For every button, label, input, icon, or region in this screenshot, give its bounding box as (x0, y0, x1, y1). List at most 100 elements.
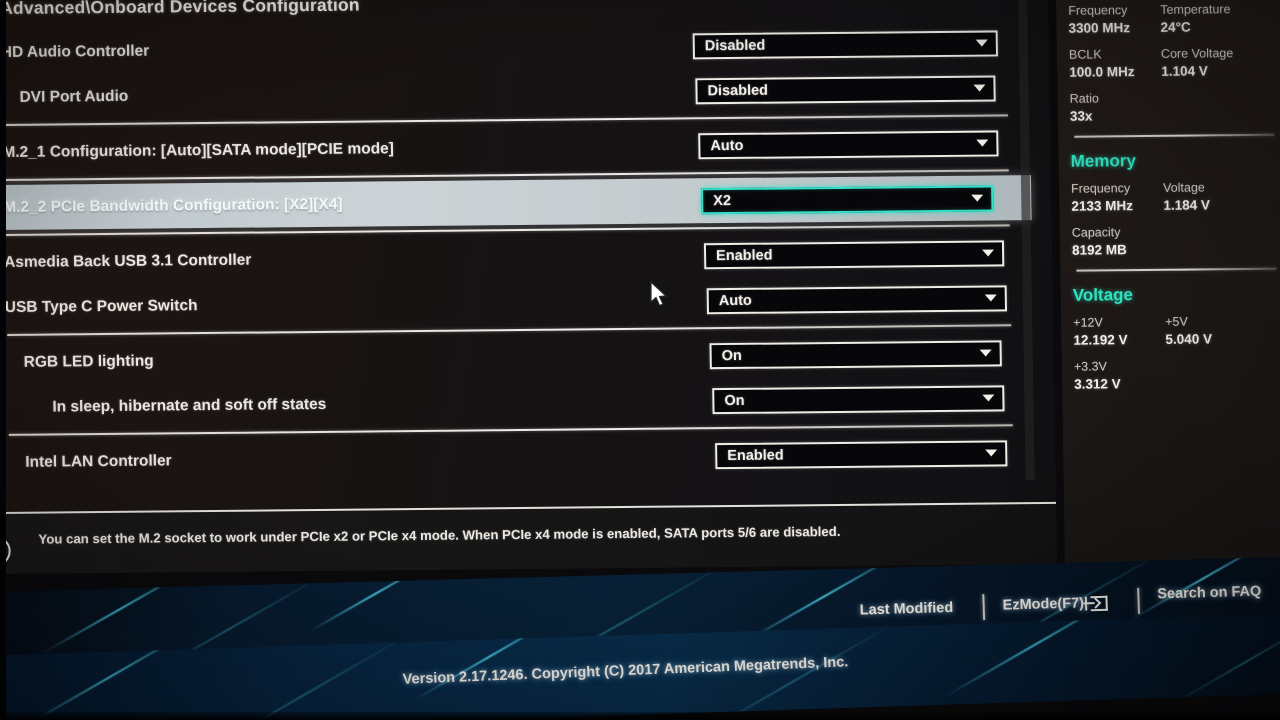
setting-dropdown[interactable]: On (709, 339, 1002, 369)
chevron-down-icon[interactable] (985, 449, 998, 457)
sidebar-stat: +12V 12.192 V (1073, 315, 1166, 348)
ez-mode-button[interactable]: EzMode(F7)| (1002, 595, 1109, 614)
sidebar-stat-key: Ratio (1069, 91, 1099, 106)
sidebar-stat-value: 1.184 V (1163, 197, 1211, 213)
sidebar-stat-value: 2133 MHz (1071, 198, 1134, 214)
sidebar-section-title: Memory (1070, 151, 1136, 171)
sidebar-row: Capacity 8192 MB (1060, 224, 1280, 258)
setting-label: HD Audio Controller (0, 42, 150, 61)
sidebar-stat-key: +5V (1165, 314, 1188, 329)
sidebar-stat-value: 12.192 V (1073, 332, 1128, 348)
dropdown-value: Enabled (727, 446, 784, 464)
settings-list: HD Audio Controller Disabled DVI Port Audi… (0, 20, 1036, 485)
bezel-edge (0, 0, 6, 720)
setting-dropdown[interactable]: X2 (701, 184, 994, 214)
help-text: You can set the M.2 socket to work under… (38, 523, 841, 547)
sidebar-stat-value: 24°C (1160, 19, 1191, 35)
sidebar-stat-value: 1.104 V (1161, 63, 1208, 79)
sidebar-stat: BCLK 100.0 MHz (1068, 47, 1162, 80)
page-title: Advanced\Onboard Devices Configuration (0, 0, 360, 18)
sidebar-section-voltage: Voltage +12V 12.192 V +5V 5.040 V +3.3V 3.312 … (1061, 284, 1280, 392)
setting-label: M.2_1 Configuration: [Auto][SATA mode][P… (2, 139, 395, 161)
sidebar-stat: Ratio 33x (1069, 91, 1163, 123)
sidebar-stat: Temperature 24°C (1160, 2, 1253, 35)
sidebar-stat-key: BCLK (1068, 47, 1102, 62)
sidebar-section-title: Voltage (1072, 285, 1134, 305)
version-copyright-text: Version 2.17.1246. Copyright (C) 2017 Am… (402, 654, 849, 688)
sidebar-stat: Core Voltage 1.104 V (1161, 46, 1254, 79)
sidebar-stat: Frequency 3300 MHz (1068, 3, 1161, 36)
sidebar-stat-value: 100.0 MHz (1069, 64, 1135, 80)
divider (982, 594, 986, 621)
sidebar-stat-key: Voltage (1162, 180, 1205, 195)
dropdown-value: On (724, 392, 745, 409)
dropdown-value: Auto (710, 137, 744, 154)
sidebar-stat: +5V 5.040 V (1165, 314, 1258, 347)
sidebar-stat-value: 8192 MB (1071, 242, 1127, 258)
sidebar-stat-key: Frequency (1070, 181, 1131, 196)
bios-screen: Advanced\Onboard Devices Configuration H… (0, 0, 1280, 720)
setting-row[interactable]: Intel LAN Controller Enabled (0, 430, 1036, 485)
sidebar-section-cpu: CPUFrequency3300 MHzTemperature24°CBCLK1… (1056, 0, 1280, 124)
sidebar-stat-key: Frequency (1068, 3, 1128, 18)
help-bar: You can set the M.2 socket to work under… (0, 501, 1057, 575)
search-on-faq-button[interactable]: Search on FAQ (1157, 584, 1261, 603)
setting-label: DVI Port Audio (19, 87, 129, 106)
sidebar-section-memory: Memory Frequency 2133 MHz Voltage 1.184 V Cap… (1059, 150, 1280, 258)
setting-label: In sleep, hibernate and soft off states (52, 395, 327, 416)
setting-label: M.2_2 PCIe Bandwidth Configuration: [X2]… (3, 195, 343, 216)
sidebar-stat-value: 5.040 V (1165, 331, 1213, 347)
sidebar-stat: +3.3V 3.312 V (1073, 359, 1167, 392)
dropdown-value: Auto (718, 292, 752, 309)
sidebar-stat: Voltage 1.184 V (1162, 180, 1256, 213)
sidebar-stat: Capacity 8192 MB (1071, 225, 1165, 258)
setting-label: Asmedia Back USB 3.1 Controller (3, 251, 252, 271)
sidebar-stat-key: +3.3V (1073, 359, 1108, 374)
ez-mode-label: EzMode(F7)| (1002, 595, 1089, 614)
setting-dropdown[interactable]: On (712, 384, 1005, 414)
sidebar-stat-key: Core Voltage (1160, 46, 1234, 61)
chevron-down-icon[interactable] (971, 194, 984, 202)
circuit-line (1162, 613, 1280, 711)
chevron-down-icon[interactable] (984, 294, 997, 302)
sidebar-stat-key: Capacity (1071, 225, 1121, 240)
chevron-down-icon[interactable] (982, 249, 995, 257)
divider (1137, 587, 1141, 614)
mouse-cursor (650, 280, 670, 309)
dropdown-value: X2 (713, 192, 732, 209)
setting-dropdown[interactable]: Disabled (692, 29, 999, 59)
setting-label: RGB LED lighting (23, 352, 154, 371)
circuit-line (943, 611, 1127, 698)
sidebar-divider (1076, 267, 1277, 272)
dropdown-value: Enabled (715, 247, 773, 264)
chevron-down-icon[interactable] (973, 84, 986, 92)
sidebar-row: Frequency 2133 MHz Voltage 1.184 V (1059, 180, 1280, 214)
sidebar-stat-value: 3.312 V (1074, 376, 1121, 392)
hardware-monitor-sidebar: CPUFrequency3300 MHzTemperature24°CBCLK1… (1055, 0, 1280, 568)
setting-dropdown[interactable]: Auto (698, 129, 999, 159)
sidebar-stat-key: Temperature (1160, 2, 1231, 17)
sidebar-stat-key: +12V (1073, 315, 1103, 330)
sidebar-row: BCLK 100.0 MHz Core Voltage 1.104 V (1057, 46, 1280, 80)
chevron-down-icon[interactable] (975, 39, 988, 47)
setting-dropdown[interactable]: Enabled (703, 239, 1005, 269)
setting-dropdown[interactable]: Enabled (715, 439, 1008, 469)
setting-dropdown[interactable]: Auto (706, 284, 1008, 314)
last-modified-label: Last Modified (859, 599, 954, 619)
chevron-down-icon[interactable] (982, 394, 995, 402)
sidebar-divider (1074, 133, 1275, 138)
bezel-edge (0, 712, 1280, 720)
last-modified-button[interactable]: Last Modified (860, 600, 954, 619)
sidebar-row: Ratio 33x (1058, 90, 1280, 124)
sidebar-stat-value: 3300 MHz (1068, 20, 1131, 36)
setting-dropdown[interactable]: Disabled (695, 74, 996, 104)
chevron-down-icon[interactable] (979, 349, 992, 357)
setting-label: Intel LAN Controller (25, 451, 172, 471)
sidebar-row: +12V 12.192 V +5V 5.040 V (1061, 314, 1280, 348)
dropdown-value: Disabled (707, 82, 769, 99)
sidebar-stat: Frequency 2133 MHz (1071, 181, 1164, 214)
sidebar-row: Frequency 3300 MHz Temperature 24°C (1056, 2, 1280, 36)
dropdown-value: On (721, 347, 742, 364)
setting-label: USB Type C Power Switch (4, 296, 198, 316)
chevron-down-icon[interactable] (976, 139, 989, 147)
